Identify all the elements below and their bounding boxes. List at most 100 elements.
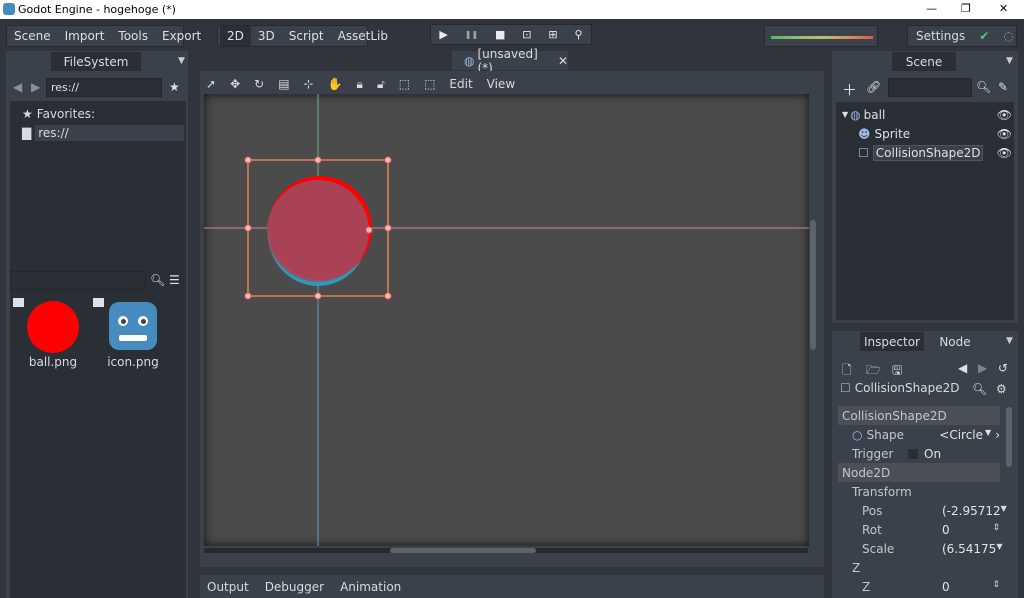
attach-script-icon[interactable]: ✎: [998, 80, 1008, 94]
tab-filesystem[interactable]: FileSystem: [51, 52, 141, 71]
menu-export[interactable]: Export: [155, 29, 208, 43]
mode-2d[interactable]: 2D: [220, 26, 251, 46]
pan-tool-icon[interactable]: ✋: [328, 77, 343, 91]
close-button[interactable]: ✕: [999, 2, 1008, 15]
settings-button[interactable]: Settings ✔ ◌: [907, 25, 1017, 47]
spin-arrows-icon: ⇕: [992, 579, 1000, 590]
visibility-eye-icon[interactable]: 👁︎: [997, 108, 1012, 122]
forward-arrow-icon[interactable]: ▶: [31, 80, 40, 94]
stop-icon[interactable]: ■: [495, 28, 505, 41]
lock-icon[interactable]: 🔒︎: [357, 77, 363, 92]
horizontal-scrollbar[interactable]: [390, 548, 536, 553]
tab-inspector[interactable]: Inspector: [860, 332, 924, 351]
mode-script[interactable]: Script: [282, 29, 331, 43]
minimize-button[interactable]: —: [926, 2, 937, 15]
scene-dock-menu-icon[interactable]: ▼: [1006, 56, 1013, 66]
menu-tools[interactable]: Tools: [111, 29, 155, 43]
new-resource-icon[interactable]: 🗋︎: [842, 361, 852, 382]
scale-value[interactable]: (6.54175 ▼: [942, 542, 1002, 556]
res-folder-row[interactable]: ▇ res://: [22, 125, 184, 141]
node-filter-input[interactable]: [888, 78, 972, 97]
list-view-icon[interactable]: ☰: [169, 273, 180, 287]
toolbar-view-menu[interactable]: View: [487, 77, 515, 91]
search-icon[interactable]: 🔍︎: [976, 80, 991, 94]
node2d-icon: ◍: [850, 107, 861, 122]
property-rot: Rot 0 ⇕: [838, 520, 1000, 539]
trigger-checkbox[interactable]: On: [908, 447, 1000, 461]
pos-value[interactable]: (-2.95712 ▼: [942, 504, 1007, 518]
dock-menu-arrow-icon[interactable]: ▼: [178, 56, 185, 66]
mode-3d[interactable]: 3D: [251, 29, 282, 43]
visibility-eye-icon[interactable]: 👁︎: [997, 127, 1012, 141]
history-back-icon[interactable]: ◀: [958, 361, 967, 375]
back-arrow-icon[interactable]: ◀: [13, 80, 22, 94]
group-transform[interactable]: Transform: [838, 482, 1000, 501]
collision-circle: [267, 180, 369, 282]
history-forward-icon[interactable]: ▶: [978, 361, 987, 375]
canvas-viewport[interactable]: [204, 94, 809, 546]
property-z: Z 0 ⇕: [838, 577, 1000, 596]
search-icon[interactable]: 🔍︎: [150, 273, 165, 287]
tree-node-ball[interactable]: ▼ ◍ ball 👁︎: [842, 105, 1012, 124]
tab-output[interactable]: Output: [207, 580, 249, 594]
pause-icon[interactable]: ❚❚: [465, 30, 478, 39]
path-field[interactable]: res://: [46, 78, 162, 97]
play-custom-icon[interactable]: ⊞: [548, 28, 557, 41]
close-tab-icon[interactable]: ✕: [558, 54, 568, 68]
unlock-icon[interactable]: 🔓︎: [377, 77, 385, 92]
instance-link-icon[interactable]: 🔗︎: [866, 80, 881, 94]
circle-shape-icon: ○: [852, 427, 863, 442]
maximize-button[interactable]: ❐: [961, 2, 971, 15]
z-value-text: 0: [942, 579, 950, 594]
tree-node-sprite[interactable]: ☻ Sprite 👁︎: [858, 124, 1012, 143]
open-folder-icon[interactable]: 🗁︎: [866, 361, 881, 382]
inspected-object-name: CollisionShape2D: [854, 381, 960, 395]
file-item[interactable]: ball.png: [13, 298, 93, 370]
inspector-scrollbar[interactable]: [1006, 407, 1012, 467]
section-collisionshape2d[interactable]: CollisionShape2D: [838, 406, 1000, 425]
add-node-icon[interactable]: ＋: [842, 79, 857, 100]
select-tool-icon[interactable]: ➚: [206, 77, 216, 91]
vertical-scrollbar[interactable]: [810, 220, 816, 350]
inspected-object[interactable]: ☐ CollisionShape2D: [840, 381, 959, 395]
debug-options-icon[interactable]: ⚲: [574, 28, 582, 41]
tab-animation[interactable]: Animation: [340, 580, 401, 594]
tree-node-collisionshape2d[interactable]: ☐ CollisionShape2D 👁︎: [858, 143, 1012, 162]
search-icon[interactable]: 🔍︎: [972, 382, 987, 396]
move-tool-icon[interactable]: ✥: [230, 77, 240, 91]
file-item[interactable]: icon.png: [93, 298, 173, 370]
group-icon[interactable]: ⬚: [399, 77, 410, 91]
play-scene-icon[interactable]: ⊡: [522, 28, 531, 41]
shape-value[interactable]: <Circle ▼ ›: [939, 428, 1000, 442]
history-icon[interactable]: ↺: [998, 361, 1008, 375]
tab-debugger[interactable]: Debugger: [265, 580, 324, 594]
file-search-input[interactable]: [10, 271, 146, 290]
collapse-arrow-icon[interactable]: ▼: [842, 110, 848, 119]
progress-gradient: [771, 36, 873, 39]
play-icon[interactable]: ▶: [439, 28, 447, 41]
rot-value[interactable]: 0 ⇕: [942, 523, 1000, 537]
scene-tab[interactable]: ◍ [unsaved](*) ✕: [452, 47, 568, 75]
pivot-tool-icon[interactable]: ⊹: [304, 77, 314, 91]
menu-scene[interactable]: Scene: [7, 29, 58, 43]
gear-icon[interactable]: ⚙: [996, 382, 1007, 396]
tab-scene[interactable]: Scene: [892, 52, 956, 71]
ungroup-icon[interactable]: ⬚: [424, 77, 435, 91]
z-label: Z: [862, 579, 871, 594]
tab-node[interactable]: Node: [930, 332, 980, 351]
rotate-tool-icon[interactable]: ↻: [254, 77, 264, 91]
save-icon[interactable]: 🖫︎: [892, 361, 902, 382]
menu-import[interactable]: Import: [58, 29, 112, 43]
z-value[interactable]: 0 ⇕: [942, 580, 1000, 594]
group-z[interactable]: Z: [838, 558, 1000, 577]
section-node2d[interactable]: Node2D: [838, 463, 1000, 482]
playback-controls: ▶ ❚❚ ■ ⊡ ⊞ ⚲: [430, 24, 592, 45]
visibility-eye-icon[interactable]: 👁︎: [997, 146, 1012, 160]
mode-assetlib[interactable]: AssetLib: [331, 29, 395, 43]
list-select-icon[interactable]: ▤: [278, 77, 289, 91]
favorite-star-icon[interactable]: ★: [169, 80, 180, 94]
node-label: Sprite: [874, 126, 911, 141]
inspector-menu-icon[interactable]: ▼: [1006, 336, 1013, 346]
toolbar-edit-menu[interactable]: Edit: [449, 77, 472, 91]
favorites-row[interactable]: ★ Favorites:: [22, 107, 95, 121]
